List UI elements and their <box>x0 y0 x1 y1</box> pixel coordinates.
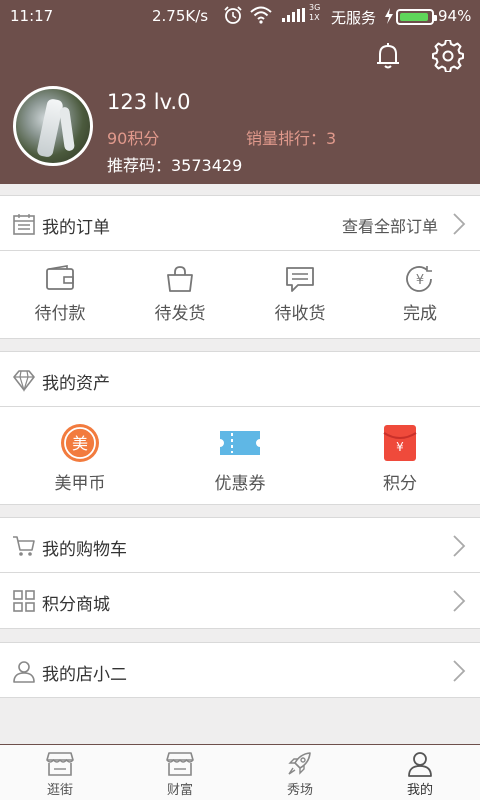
username: 123 lv.0 <box>107 90 191 114</box>
my-assets-row: 我的资产 <box>0 351 480 407</box>
battery-nub <box>434 15 437 21</box>
grid-icon <box>13 590 35 612</box>
network-type-top: 3G <box>309 3 321 12</box>
diamond-icon <box>13 370 35 392</box>
wallet-icon <box>46 265 74 290</box>
my-assets-title: 我的资产 <box>42 374 110 394</box>
avatar[interactable] <box>13 86 93 166</box>
red-envelope-icon: ¥ <box>383 425 417 461</box>
referral-code: 推荐码：3573429 <box>107 156 243 175</box>
points-mall-title: 积分商城 <box>42 595 110 615</box>
tab-showroom[interactable]: 秀场 <box>240 745 360 800</box>
order-status-label: 待收货 <box>274 304 326 324</box>
alarm-icon <box>224 6 242 24</box>
tab-wealth[interactable]: 财富 <box>120 745 240 800</box>
order-status-label: 待付款 <box>34 304 86 324</box>
order-status-label: 待发货 <box>154 304 206 324</box>
person-icon <box>13 661 35 683</box>
asset-coupon[interactable]: 优惠券 <box>160 423 320 494</box>
order-status-pending-payment[interactable]: 待付款 <box>0 265 120 324</box>
battery-level <box>400 13 429 21</box>
yen-refresh-icon: ¥ <box>406 266 432 292</box>
signal-icon <box>282 8 305 22</box>
tab-label: 秀场 <box>286 783 313 798</box>
rocket-icon <box>288 752 311 775</box>
chevron-right-icon <box>453 590 466 612</box>
asset-meijia-coin[interactable]: 美 美甲币 <box>0 423 160 494</box>
bottom-tab-bar: 逛街 财富 秀场 我的 <box>0 744 480 800</box>
points-count[interactable]: 90积分 <box>107 125 159 149</box>
coupon-icon <box>220 431 260 455</box>
order-status-awaiting-receipt[interactable]: 待收货 <box>240 265 360 324</box>
svg-text:¥: ¥ <box>396 440 404 454</box>
tab-label: 逛街 <box>46 783 73 798</box>
asset-label: 积分 <box>383 474 417 494</box>
charging-icon <box>385 8 393 24</box>
profile-header: 123 lv.0 90积分 销量排行：3 推荐码：3573429 <box>0 34 480 184</box>
tab-label: 财富 <box>166 783 193 798</box>
svg-text:美: 美 <box>72 434 88 453</box>
shopping-bag-icon <box>167 266 193 292</box>
coin-icon: 美 <box>61 424 99 462</box>
shop-assistant-row[interactable]: 我的店小二 <box>0 642 480 698</box>
my-orders-title: 我的订单 <box>42 218 110 238</box>
wifi-icon <box>250 6 272 24</box>
avatar-waterfall <box>58 106 76 152</box>
sales-rank[interactable]: 销量排行：3 <box>246 125 336 149</box>
my-orders-row[interactable]: 我的订单 查看全部订单 <box>0 195 480 251</box>
asset-label: 优惠券 <box>214 474 266 494</box>
svg-text:¥: ¥ <box>416 273 424 288</box>
asset-label: 美甲币 <box>54 474 106 494</box>
chat-bubble-icon <box>286 267 314 292</box>
person-icon <box>408 752 432 777</box>
points-mall-row[interactable]: 积分商城 <box>0 573 480 629</box>
avatar-waterfall <box>36 97 64 159</box>
calendar-icon <box>13 214 35 235</box>
storefront-icon <box>166 752 194 776</box>
gear-icon[interactable] <box>432 40 464 72</box>
network-speed: 2.75K/s <box>152 7 209 25</box>
my-cart-title: 我的购物车 <box>42 540 127 560</box>
clock: 11:17 <box>10 7 54 25</box>
order-status-completed[interactable]: ¥ 完成 <box>360 265 480 324</box>
network-type: 3G 1X <box>309 3 320 23</box>
tab-browse[interactable]: 逛街 <box>0 745 120 800</box>
carrier-label: 无服务 <box>331 9 377 27</box>
chevron-right-icon <box>453 213 466 235</box>
battery-percent: 94% <box>438 7 472 25</box>
storefront-icon <box>46 752 74 776</box>
asset-points[interactable]: ¥ 积分 <box>320 423 480 494</box>
my-cart-row[interactable]: 我的购物车 <box>0 517 480 573</box>
order-status-awaiting-shipment[interactable]: 待发货 <box>120 265 240 324</box>
bell-icon[interactable] <box>372 40 404 72</box>
order-status-grid: 待付款 待发货 待收货 ¥ 完成 <box>0 251 480 339</box>
view-all-orders-link[interactable]: 查看全部订单 <box>342 213 438 237</box>
chevron-right-icon <box>453 535 466 557</box>
order-status-label: 完成 <box>403 304 437 324</box>
status-bar: 11:17 2.75K/s 3G 1X 无服务 94% <box>0 0 480 34</box>
chevron-right-icon <box>453 660 466 682</box>
tab-mine[interactable]: 我的 <box>360 745 480 800</box>
tab-label: 我的 <box>406 783 433 798</box>
shop-assistant-title: 我的店小二 <box>42 665 127 685</box>
assets-grid: 美 美甲币 优惠券 ¥ 积分 <box>0 407 480 505</box>
battery-icon <box>396 9 437 25</box>
network-type-bottom: 1X <box>309 13 320 22</box>
cart-icon <box>13 536 35 556</box>
